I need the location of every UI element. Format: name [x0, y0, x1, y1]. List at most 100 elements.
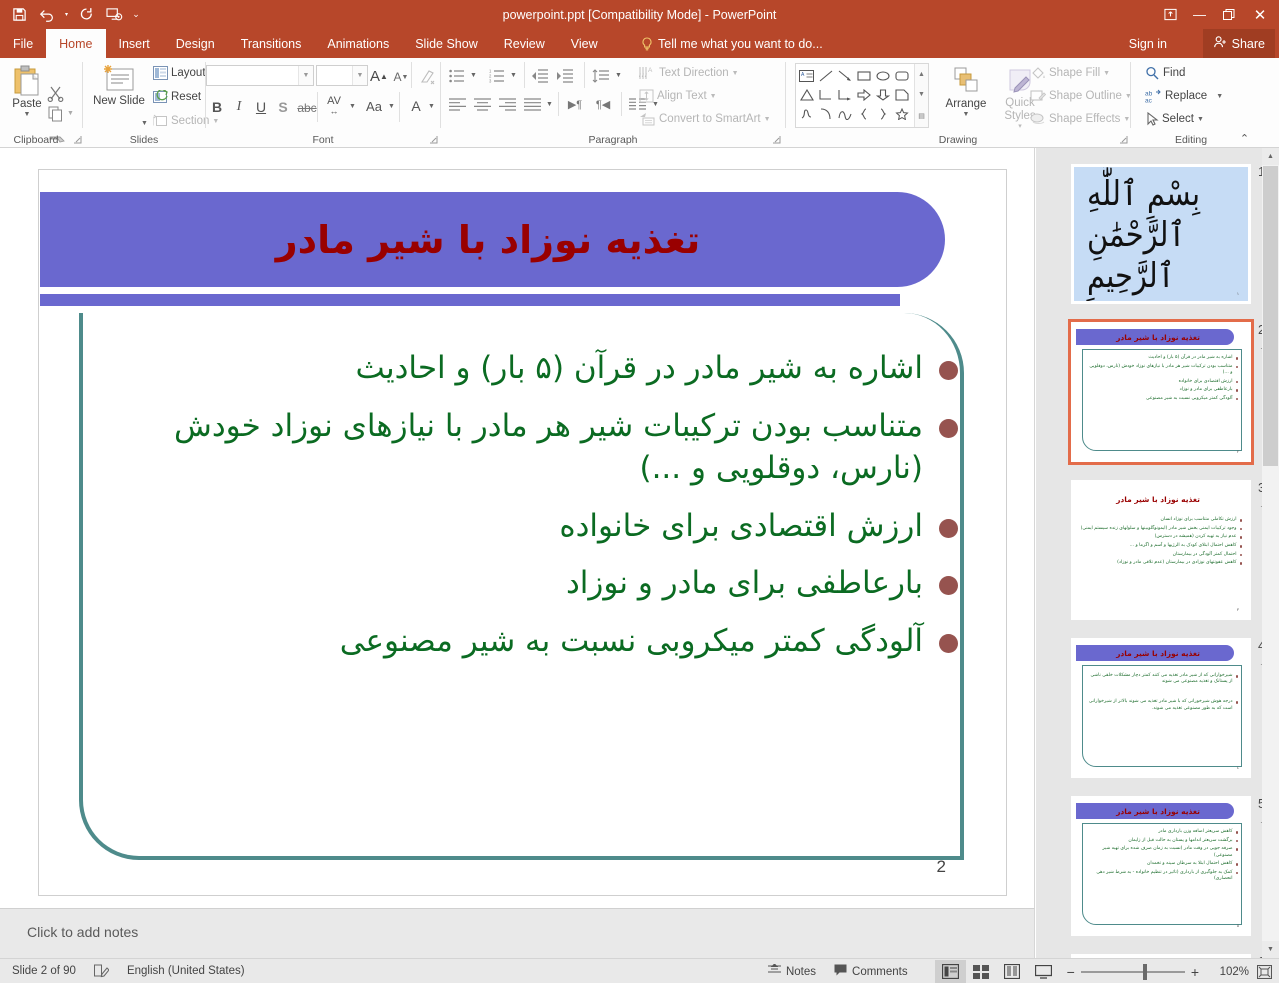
slide-show-button[interactable] [1028, 960, 1059, 983]
slide-counter[interactable]: Slide 2 of 90 [0, 959, 85, 983]
arrange-dropdown-icon[interactable]: ▼ [963, 111, 970, 119]
clear-formatting-icon[interactable] [417, 67, 437, 87]
underline-button[interactable]: U [250, 96, 272, 117]
drawing-dialog-launcher[interactable] [1118, 134, 1129, 145]
list-item[interactable]: اشاره به شیر مادر در قرآن (۵ بار) و احاد… [88, 348, 958, 390]
notes-pane[interactable]: Click to add notes [0, 908, 1035, 958]
comments-button[interactable]: Comments [825, 959, 917, 983]
shape-rounded-rectangle-icon[interactable] [892, 66, 911, 85]
shapes-scroll-up-icon[interactable]: ▲ [918, 71, 925, 78]
zoom-out-button[interactable]: − [1067, 964, 1075, 980]
shape-oval-icon[interactable] [873, 66, 892, 85]
save-icon[interactable] [6, 2, 32, 28]
shapes-more-icon[interactable]: ▤ [918, 112, 925, 120]
paragraph-dialog-launcher[interactable] [771, 134, 782, 145]
line-spacing-dropdown-icon[interactable]: ▼ [615, 72, 622, 79]
align-text-dropdown-icon[interactable]: ▼ [710, 93, 717, 100]
copy-icon[interactable] [48, 106, 64, 122]
shape-arrow-icon[interactable] [835, 66, 854, 85]
shape-left-brace-icon[interactable] [854, 104, 873, 123]
thumbnail-slide-1[interactable]: بِسْمِ ٱللَّٰهِ ٱلرَّحْمَٰنِ ٱلرَّحِيمِ … [1071, 164, 1251, 304]
shape-textbox-icon[interactable]: A [797, 66, 816, 85]
thumbnail-scroll-down-button[interactable]: ▼ [1262, 941, 1279, 958]
replace-button[interactable]: abac Replace ▼ [1145, 89, 1223, 103]
font-color-button[interactable]: A [405, 94, 427, 117]
character-spacing-dropdown-icon[interactable]: ▼ [349, 103, 356, 110]
normal-view-button[interactable] [935, 960, 966, 983]
line-spacing-button[interactable] [589, 65, 613, 86]
shape-elbow-arrow-icon[interactable] [835, 85, 854, 104]
sign-in-button[interactable]: Sign in [1121, 29, 1175, 58]
select-dropdown-icon[interactable]: ▼ [1197, 116, 1204, 123]
tab-insert[interactable]: Insert [106, 29, 163, 58]
spell-check-icon[interactable] [85, 959, 118, 983]
font-size-input[interactable]: ▼ [316, 65, 368, 86]
shape-fill-dropdown-icon[interactable]: ▼ [1103, 70, 1110, 77]
zoom-handle[interactable] [1143, 964, 1147, 980]
list-item[interactable]: متناسب بودن ترکیبات شیر هر مادر با نیازه… [88, 406, 958, 490]
slide-bullet-list[interactable]: اشاره به شیر مادر در قرآن (۵ بار) و احاد… [88, 348, 958, 679]
shape-arc-icon[interactable] [816, 104, 835, 123]
customize-qat-icon[interactable]: ⌄ [129, 2, 143, 28]
thumbnail-slide-2[interactable]: تغذیه نوزاد با شیر مادر اشاره به شیر ماد… [1071, 322, 1251, 462]
tab-transitions[interactable]: Transitions [228, 29, 315, 58]
tab-slide-show[interactable]: Slide Show [402, 29, 491, 58]
list-item[interactable]: بارعاطفی برای مادر و نوزاد [88, 563, 958, 605]
font-dialog-launcher[interactable] [428, 134, 439, 145]
thumbnail-scroll-thumb[interactable] [1263, 166, 1278, 466]
tell-me-search[interactable]: Tell me what you want to do... [641, 29, 823, 58]
find-button[interactable]: Find [1145, 66, 1185, 80]
shape-line-icon[interactable] [816, 66, 835, 85]
arrange-button[interactable]: Arrange ▼ [939, 66, 993, 119]
share-button[interactable]: Share [1203, 29, 1275, 58]
increase-indent-button[interactable] [553, 65, 577, 86]
tab-file[interactable]: File [0, 29, 46, 58]
list-item[interactable]: آلودگی کمتر میکروبی نسبت به شیر مصنوعی [88, 621, 958, 663]
shape-outline-button[interactable]: Shape Outline ▼ [1030, 89, 1132, 103]
decrease-indent-button[interactable] [528, 65, 552, 86]
right-to-left-button[interactable]: ¶◀ [591, 94, 615, 115]
notes-button[interactable]: Notes [759, 959, 825, 983]
shapes-scroll-down-icon[interactable]: ▼ [918, 91, 925, 98]
smartart-dropdown-icon[interactable]: ▼ [764, 116, 771, 123]
copy-dropdown-icon[interactable]: ▼ [67, 110, 74, 117]
shape-curve-icon[interactable] [835, 104, 854, 123]
font-name-input[interactable]: ▼ [206, 65, 314, 86]
replace-dropdown-icon[interactable]: ▼ [1216, 93, 1223, 100]
clipboard-dialog-launcher[interactable] [72, 134, 83, 145]
text-shadow-button[interactable]: S [272, 96, 294, 117]
shape-effects-button[interactable]: Shape Effects ▼ [1030, 112, 1130, 126]
shape-right-brace-icon[interactable] [873, 104, 892, 123]
undo-icon[interactable] [34, 2, 60, 28]
numbering-dropdown-icon[interactable]: ▼ [510, 72, 517, 79]
undo-dropdown-icon[interactable]: ▾ [62, 2, 71, 28]
thumbnail-slide-3[interactable]: تغذیه نوزاد با شیر مادر ارزش تکاملی متنا… [1071, 480, 1251, 620]
start-from-beginning-icon[interactable] [101, 2, 127, 28]
change-case-button[interactable]: Aa [361, 96, 387, 117]
collapse-ribbon-button[interactable]: ⌃ [1239, 133, 1250, 144]
shape-down-arrow-icon[interactable] [873, 85, 892, 104]
restore-icon[interactable] [1214, 2, 1243, 28]
left-to-right-button[interactable]: ▶¶ [563, 94, 587, 115]
shape-elbow-connector-icon[interactable] [816, 85, 835, 104]
bullets-dropdown-icon[interactable]: ▼ [470, 72, 477, 79]
tab-animations[interactable]: Animations [314, 29, 402, 58]
align-right-button[interactable] [496, 94, 519, 115]
shape-right-arrow-icon[interactable] [854, 85, 873, 104]
list-item[interactable]: ارزش اقتصادی برای خانواده [88, 506, 958, 548]
font-size-dropdown-icon[interactable]: ▼ [352, 66, 367, 85]
slide-sorter-view-button[interactable] [966, 960, 997, 983]
bullets-button[interactable] [446, 65, 468, 86]
justify-button[interactable] [521, 94, 544, 115]
align-center-button[interactable] [471, 94, 494, 115]
thumbnail-panel-scrollbar[interactable]: ▲ ▼ [1262, 148, 1279, 958]
minimize-icon[interactable]: — [1185, 2, 1214, 28]
align-left-button[interactable] [446, 94, 469, 115]
font-color-dropdown-icon[interactable]: ▼ [428, 103, 435, 110]
shape-fill-button[interactable]: Shape Fill ▼ [1030, 66, 1110, 80]
zoom-track[interactable] [1081, 971, 1185, 973]
current-slide[interactable]: تغذیه نوزاد با شیر مادر اشاره به شیر ماد… [38, 169, 1007, 896]
shapes-gallery[interactable]: A ▲ ▼ ▤ [795, 63, 929, 128]
quick-styles-dropdown-icon[interactable]: ▾ [1018, 123, 1022, 131]
thumbnail-slide-5[interactable]: تغذیه نوزاد با شیر مادر کاهش سریعتر اضاف… [1071, 796, 1251, 936]
